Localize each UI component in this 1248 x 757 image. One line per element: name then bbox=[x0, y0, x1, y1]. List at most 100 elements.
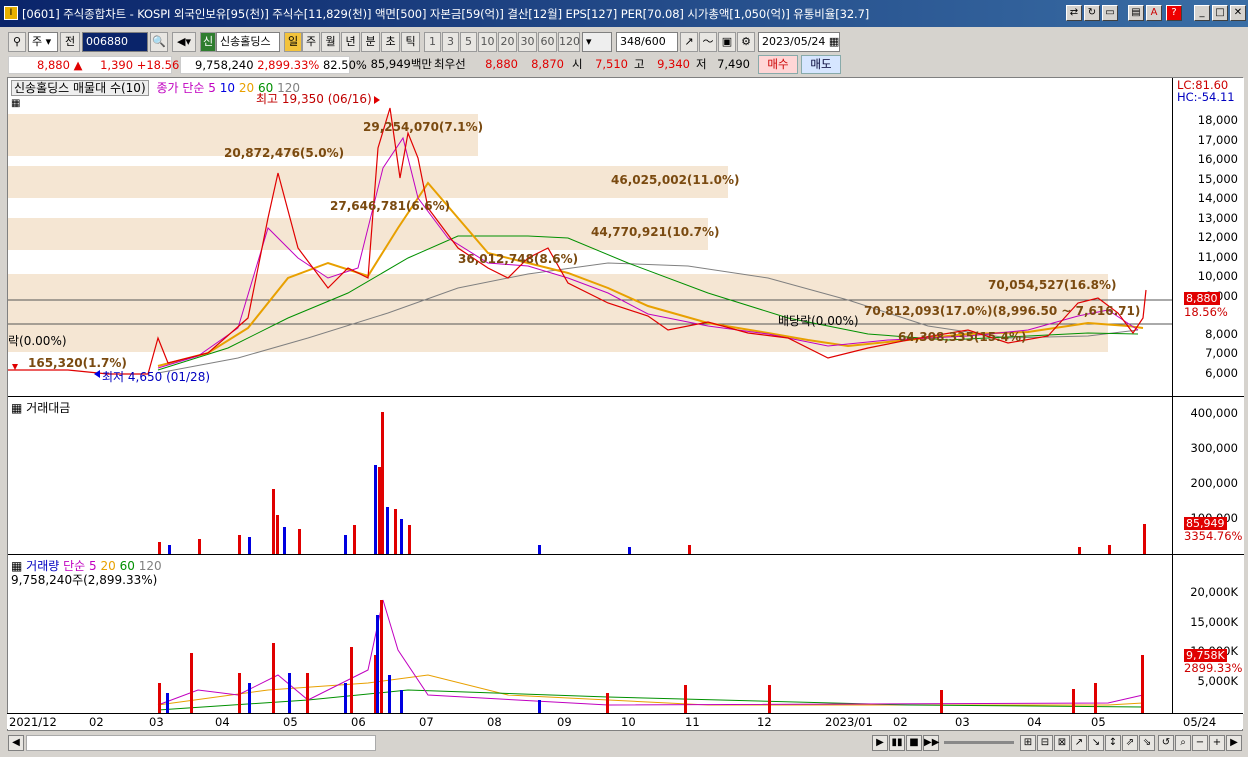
mult-20[interactable]: 20 bbox=[498, 32, 517, 52]
x-tick: 05 bbox=[1091, 715, 1106, 729]
interval-minute[interactable]: 분 bbox=[361, 32, 380, 52]
undo-icon[interactable]: ↺ bbox=[1158, 735, 1174, 751]
interval-week[interactable]: 주 bbox=[302, 32, 320, 52]
ma5-label: 5 bbox=[208, 81, 216, 95]
y-tick: 300,000 bbox=[1190, 441, 1238, 455]
amount-bars-svg bbox=[158, 412, 1146, 554]
font-icon[interactable]: A bbox=[1146, 5, 1162, 21]
save-icon[interactable]: ▣ bbox=[718, 32, 736, 52]
x-tick: 2021/12 bbox=[9, 715, 57, 729]
volume-bars-svg bbox=[157, 599, 1144, 714]
help-icon[interactable]: ? bbox=[1166, 5, 1182, 21]
mult-1[interactable]: 1 bbox=[424, 32, 441, 52]
period-select[interactable]: 주 ▾ bbox=[28, 32, 58, 52]
chart-area[interactable]: 신송홀딩스 매물대 수(10) 종가 단순 5 10 20 60 120 ▦ 최… bbox=[7, 77, 1244, 731]
custom-interval-select[interactable]: ▾ bbox=[582, 32, 612, 52]
open-label: 시 bbox=[572, 57, 583, 71]
y-tick: 200,000 bbox=[1190, 476, 1238, 490]
stock-code-input[interactable]: 006880 bbox=[82, 32, 148, 52]
quote-bar: 8,880 ▲ 1,390 +18.56% 9,758,240 2,899.33… bbox=[0, 54, 1248, 74]
profile-label-4: 27,646,781(6.6%) bbox=[330, 199, 451, 213]
buy-button[interactable]: 매수 bbox=[758, 55, 798, 74]
interval-year[interactable]: 년 bbox=[341, 32, 360, 52]
high-label: 고 bbox=[634, 57, 645, 71]
trend-icon[interactable]: 〜 bbox=[699, 32, 717, 52]
scroll-thumb[interactable] bbox=[26, 735, 376, 751]
play-icon[interactable]: ▶ bbox=[872, 735, 888, 751]
x-tick: 09 bbox=[557, 715, 572, 729]
zoom-icon[interactable]: ⌕ bbox=[1175, 735, 1191, 751]
y-tick: 7,000 bbox=[1205, 346, 1238, 360]
ma-label: 종가 단순 bbox=[156, 81, 205, 95]
mult-120[interactable]: 120 bbox=[558, 32, 580, 52]
interval-month[interactable]: 월 bbox=[321, 32, 340, 52]
x-tick: 03 bbox=[955, 715, 970, 729]
refresh-icon[interactable]: ↻ bbox=[1084, 5, 1100, 21]
grid-icon[interactable]: ▦ bbox=[11, 98, 20, 109]
fast-forward-icon[interactable]: ▶▶ bbox=[923, 735, 939, 751]
mult-5[interactable]: 5 bbox=[460, 32, 477, 52]
zoom-out-icon[interactable]: − bbox=[1192, 735, 1208, 751]
window-icon[interactable]: ▭ bbox=[1102, 5, 1118, 21]
minimize-button[interactable]: _ bbox=[1194, 5, 1210, 21]
mult-30[interactable]: 30 bbox=[518, 32, 537, 52]
volume-pane[interactable]: ▦ 거래량 단순 5 20 60 120 9,758,240주(2,899.33… bbox=[8, 554, 1244, 715]
high-marker: 최고 19,350 (06/16) bbox=[256, 92, 372, 106]
x-axis: 2021/12 02 03 04 05 06 07 08 09 10 11 12… bbox=[7, 713, 1243, 729]
window-title: [0601] 주식종합차트 - KOSPI 외국인보유[95(천)] 주식수[1… bbox=[22, 7, 870, 21]
tool-8-icon[interactable]: ⇘ bbox=[1139, 735, 1155, 751]
stop-icon[interactable]: ■ bbox=[906, 735, 922, 751]
screen-icon[interactable]: ▤ bbox=[1128, 5, 1144, 21]
low-value: 7,490 bbox=[717, 57, 750, 71]
price-pane[interactable]: 신송홀딩스 매물대 수(10) 종가 단순 5 10 20 60 120 ▦ 최… bbox=[8, 78, 1244, 396]
settings-icon[interactable]: ⚙ bbox=[737, 32, 755, 52]
x-tick: 05/24 bbox=[1183, 715, 1217, 729]
scroll-left-button[interactable]: ◀ bbox=[8, 735, 24, 751]
x-tick: 06 bbox=[351, 715, 366, 729]
y-tick: 12,000 bbox=[1197, 230, 1238, 244]
tool-4-icon[interactable]: ↗ bbox=[1071, 735, 1087, 751]
interval-tick[interactable]: 틱 bbox=[401, 32, 420, 52]
scroll-right-button[interactable]: ▶ bbox=[1226, 735, 1242, 751]
speed-slider[interactable] bbox=[944, 741, 1014, 744]
link-icon[interactable]: ⇄ bbox=[1066, 5, 1082, 21]
mult-10[interactable]: 10 bbox=[478, 32, 497, 52]
prev-button[interactable]: 전 bbox=[60, 32, 80, 52]
count-field[interactable]: 348/600 bbox=[616, 32, 678, 52]
high-value: 9,340 bbox=[657, 57, 690, 71]
maximize-button[interactable]: □ bbox=[1212, 5, 1228, 21]
price-legend-name[interactable]: 신송홀딩스 매물대 수(10) bbox=[11, 80, 149, 96]
tool-3-icon[interactable]: ⊠ bbox=[1054, 735, 1070, 751]
date-field[interactable]: 2023/05/24 ▦ bbox=[758, 32, 840, 52]
zoom-in-icon[interactable]: + bbox=[1209, 735, 1225, 751]
mult-3[interactable]: 3 bbox=[442, 32, 459, 52]
interval-second[interactable]: 초 bbox=[381, 32, 400, 52]
tool-5-icon[interactable]: ↘ bbox=[1088, 735, 1104, 751]
mult-60[interactable]: 60 bbox=[538, 32, 557, 52]
interval-day[interactable]: 일 bbox=[284, 32, 302, 52]
amount-pane[interactable]: ▦ 거래대금 400,000 300,000 200,000 100,000 8… bbox=[8, 396, 1244, 555]
search-icon[interactable]: 🔍 bbox=[150, 32, 168, 52]
price-box: 8,880 ▲ 1,390 +18.56% bbox=[8, 56, 190, 74]
tool-1-icon[interactable]: ⊞ bbox=[1020, 735, 1036, 751]
profile-label-1: 29,254,070(7.1%) bbox=[363, 120, 484, 134]
ma20-label: 20 bbox=[238, 81, 255, 95]
x-tick: 2023/01 bbox=[825, 715, 873, 729]
x-tick: 05 bbox=[283, 715, 298, 729]
tool-2-icon[interactable]: ⊟ bbox=[1037, 735, 1053, 751]
pin-icon[interactable]: ⚲ bbox=[8, 32, 26, 52]
x-tick: 02 bbox=[893, 715, 908, 729]
y-tick: 400,000 bbox=[1190, 406, 1238, 420]
y-tick: 14,000 bbox=[1197, 191, 1238, 205]
tool-7-icon[interactable]: ⇗ bbox=[1122, 735, 1138, 751]
scroll-icon[interactable]: ↗ bbox=[680, 32, 698, 52]
tool-6-icon[interactable]: ↕ bbox=[1105, 735, 1121, 751]
sell-button[interactable]: 매도 bbox=[801, 55, 841, 74]
scroll-track[interactable] bbox=[378, 735, 870, 751]
x-tick: 03 bbox=[149, 715, 164, 729]
y-tick: 18,000 bbox=[1197, 113, 1238, 127]
speaker-icon[interactable]: ◀▾ bbox=[172, 32, 196, 52]
pause-icon[interactable]: ▮▮ bbox=[889, 735, 905, 751]
close-button[interactable]: ✕ bbox=[1230, 5, 1246, 21]
y-tick: 13,000 bbox=[1197, 211, 1238, 225]
